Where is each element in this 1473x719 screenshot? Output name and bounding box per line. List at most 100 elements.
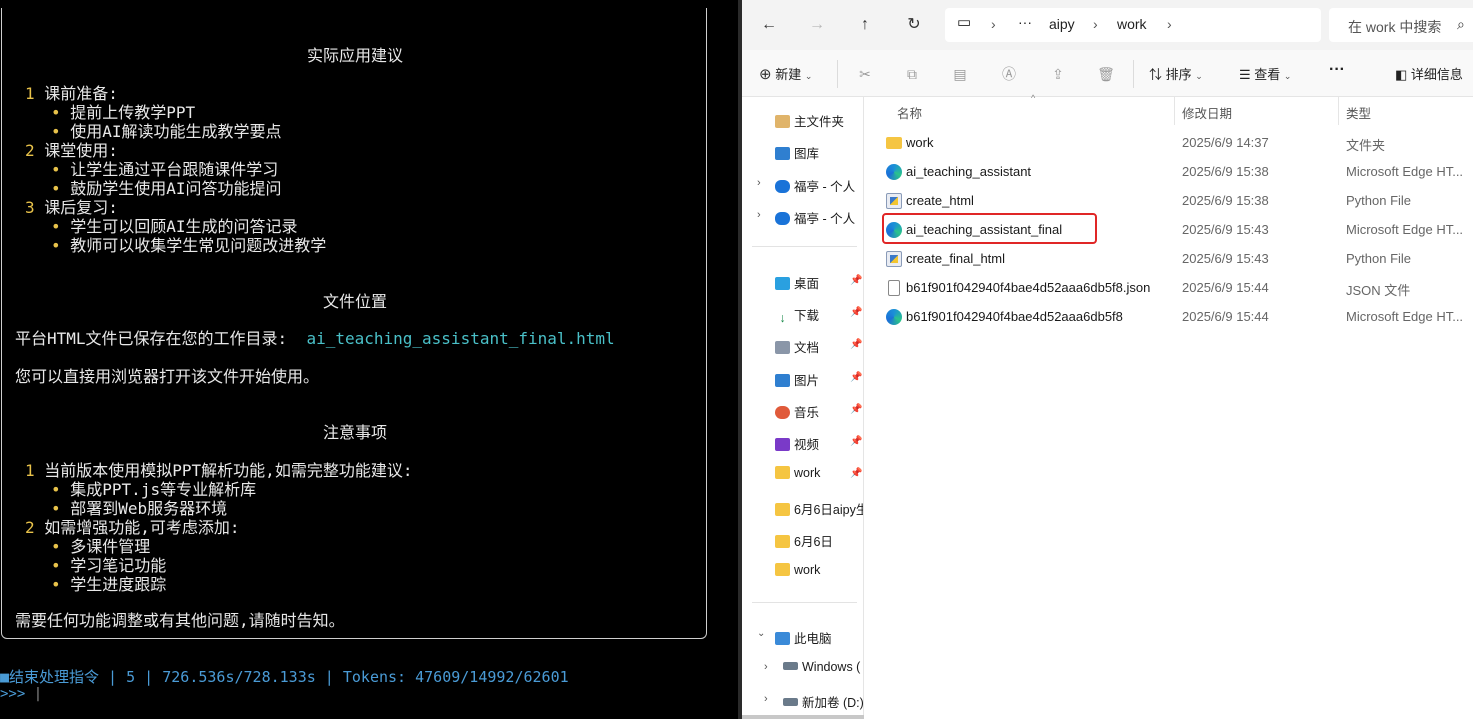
chevron-right-icon[interactable]: ›: [757, 209, 761, 221]
nav-scrollbar[interactable]: [742, 715, 864, 719]
command-prompt[interactable]: >>> |: [0, 686, 42, 702]
list-item: 2 课堂使用:: [25, 141, 118, 160]
chevron-right-icon: ›: [1093, 16, 1098, 32]
up-icon[interactable]: ↑: [853, 14, 877, 36]
nav-item-desktop[interactable]: 桌面: [775, 273, 819, 292]
column-header-name[interactable]: 名称: [897, 103, 922, 122]
list-item: • 集成PPT.js等专业解析库: [51, 480, 257, 499]
sort-button[interactable]: ⇅ 排序 ⌄: [1149, 64, 1203, 83]
chevron-down-icon[interactable]: ⌄: [757, 628, 765, 639]
drive-icon: [783, 662, 798, 670]
python-file-icon: [886, 193, 902, 209]
plus-icon: ⊕: [759, 66, 772, 83]
list-item: • 提前上传教学PPT: [51, 103, 196, 122]
edge-html-icon: [886, 164, 902, 180]
paste-icon[interactable]: ▤: [950, 64, 970, 84]
pin-icon[interactable]: 📌: [850, 404, 862, 415]
file-open-hint: 您可以直接用浏览器打开该文件开始使用。: [15, 367, 320, 386]
pc-icon: [775, 632, 790, 645]
folder-icon: [775, 535, 790, 548]
list-item: • 教师可以收集学生常见问题改进教学: [51, 236, 327, 255]
file-row[interactable]: create_final_html 2025/6/9 15:43 Python Fi…: [864, 244, 1473, 273]
pc-icon[interactable]: ▭: [957, 13, 971, 31]
nav-item-home[interactable]: 主文件夹: [775, 111, 844, 130]
breadcrumb[interactable]: ▭ › ··· aipy › work ›: [945, 8, 1321, 42]
nav-item-music[interactable]: 音乐: [775, 402, 819, 421]
breadcrumb-ellipsis[interactable]: ···: [1018, 14, 1032, 30]
column-header-date[interactable]: 修改日期: [1182, 103, 1232, 122]
pin-icon[interactable]: 📌: [850, 339, 862, 350]
list-item: 1 课前准备:: [25, 84, 118, 103]
nav-item-onedrive-1[interactable]: 福亭 - 个人: [775, 176, 855, 195]
pin-icon[interactable]: 📌: [850, 372, 862, 383]
json-file-icon: [888, 280, 900, 296]
delete-icon[interactable]: 🗑: [1096, 64, 1116, 84]
onedrive-icon: [775, 212, 790, 225]
file-row[interactable]: b61f901f042940f4bae4d52aaa6db5f8 2025/6/9…: [864, 302, 1473, 331]
nav-item-videos[interactable]: 视频: [775, 434, 819, 453]
file-row[interactable]: work 2025/6/9 14:37 文件夹: [864, 128, 1473, 157]
view-icon: ☰: [1239, 67, 1251, 82]
list-item: 2 如需增强功能,可考虑添加:: [25, 518, 240, 537]
edge-html-icon: [886, 309, 902, 325]
python-file-icon: [886, 251, 902, 267]
command-bar: ⊕ 新建 ⌄ ✂ ⧉ ▤ Ⓐ ⇪ 🗑 ⇅ 排序 ⌄ ☰ 查看 ⌄ ··· ◧ 详…: [742, 50, 1473, 97]
nav-item-folder-june6[interactable]: 6月6日: [775, 531, 833, 550]
chevron-right-icon[interactable]: ›: [757, 177, 761, 189]
breadcrumb-work[interactable]: work: [1117, 16, 1147, 32]
list-item: • 让学生通过平台跟随课件学习: [51, 160, 279, 179]
file-list: 名称 ^ 修改日期 类型 work 2025/6/9 14:37 文件夹 ai_te…: [864, 93, 1473, 719]
home-icon: [775, 115, 790, 128]
file-name-link[interactable]: ai_teaching_assistant_final.html: [306, 329, 614, 348]
nav-item-this-pc[interactable]: 此电脑: [775, 628, 832, 647]
section-title-notes: 注意事项: [322, 423, 387, 442]
pin-icon[interactable]: 📌: [850, 275, 862, 286]
folder-icon: [775, 466, 790, 479]
desktop-icon: [775, 277, 790, 290]
list-item: • 学习笔记功能: [51, 556, 167, 575]
copy-icon[interactable]: ⧉: [902, 64, 922, 84]
drive-icon: [783, 698, 798, 706]
nav-item-work[interactable]: work: [775, 563, 820, 577]
refresh-icon[interactable]: ↻: [902, 14, 926, 36]
cut-icon[interactable]: ✂: [855, 64, 875, 84]
pin-icon[interactable]: 📌: [850, 436, 862, 447]
sort-icon: ⇅: [1149, 67, 1163, 82]
nav-item-pictures[interactable]: 图片: [775, 370, 819, 389]
forward-icon[interactable]: →: [805, 14, 829, 36]
view-button[interactable]: ☰ 查看 ⌄: [1239, 64, 1291, 83]
more-button[interactable]: ···: [1329, 61, 1345, 79]
nav-item-gallery[interactable]: 图库: [775, 143, 819, 162]
rename-icon[interactable]: Ⓐ: [999, 64, 1019, 84]
column-header-type[interactable]: 类型: [1346, 103, 1371, 122]
nav-item-windows-drive[interactable]: Windows (: [783, 660, 863, 674]
share-icon[interactable]: ⇪: [1048, 64, 1068, 84]
file-row[interactable]: create_html 2025/6/9 15:38 Python File: [864, 186, 1473, 215]
nav-item-onedrive-2[interactable]: 福亭 - 个人: [775, 208, 855, 227]
highlight-box: [882, 213, 1097, 244]
back-icon[interactable]: ←: [757, 14, 781, 36]
details-button[interactable]: ◧ 详细信息: [1395, 64, 1463, 83]
pin-icon[interactable]: 📌: [850, 468, 862, 479]
folder-icon: [886, 137, 902, 149]
new-button[interactable]: ⊕ 新建 ⌄: [759, 64, 812, 83]
chevron-right-icon[interactable]: ›: [764, 693, 768, 705]
pin-icon[interactable]: 📌: [850, 307, 862, 318]
nav-item-d-drive[interactable]: 新加卷 (D:): [783, 692, 863, 711]
nav-item-documents[interactable]: 文档: [775, 337, 819, 356]
search-input[interactable]: 在 work 中搜索 ⌕: [1329, 8, 1473, 42]
nav-item-downloads[interactable]: ↓ 下载: [775, 305, 819, 325]
terminal-window[interactable]: 实际应用建议 1 课前准备: • 提前上传教学PPT • 使用AI解读功能生成教…: [0, 0, 740, 719]
nav-item-folder-june6-aipy[interactable]: 6月6日aipy生: [775, 499, 863, 518]
file-row[interactable]: b61f901f042940f4bae4d52aaa6db5f8.json 202…: [864, 273, 1473, 302]
terminal-output-panel: 实际应用建议 1 课前准备: • 提前上传教学PPT • 使用AI解读功能生成教…: [1, 8, 707, 639]
nav-item-work-pinned[interactable]: work: [775, 466, 820, 480]
list-item: • 鼓励学生使用AI问答功能提问: [51, 179, 282, 198]
file-row[interactable]: ai_teaching_assistant 2025/6/9 15:38 Micro…: [864, 157, 1473, 186]
gallery-icon: [775, 147, 790, 160]
chevron-right-icon[interactable]: ›: [764, 661, 768, 673]
address-bar-area: ← → ↑ ↻ ▭ › ··· aipy › work › 在 work 中搜索…: [742, 0, 1473, 50]
list-item: 3 课后复习:: [25, 198, 118, 217]
search-icon[interactable]: ⌕: [1457, 16, 1465, 33]
breadcrumb-aipy[interactable]: aipy: [1049, 16, 1075, 32]
